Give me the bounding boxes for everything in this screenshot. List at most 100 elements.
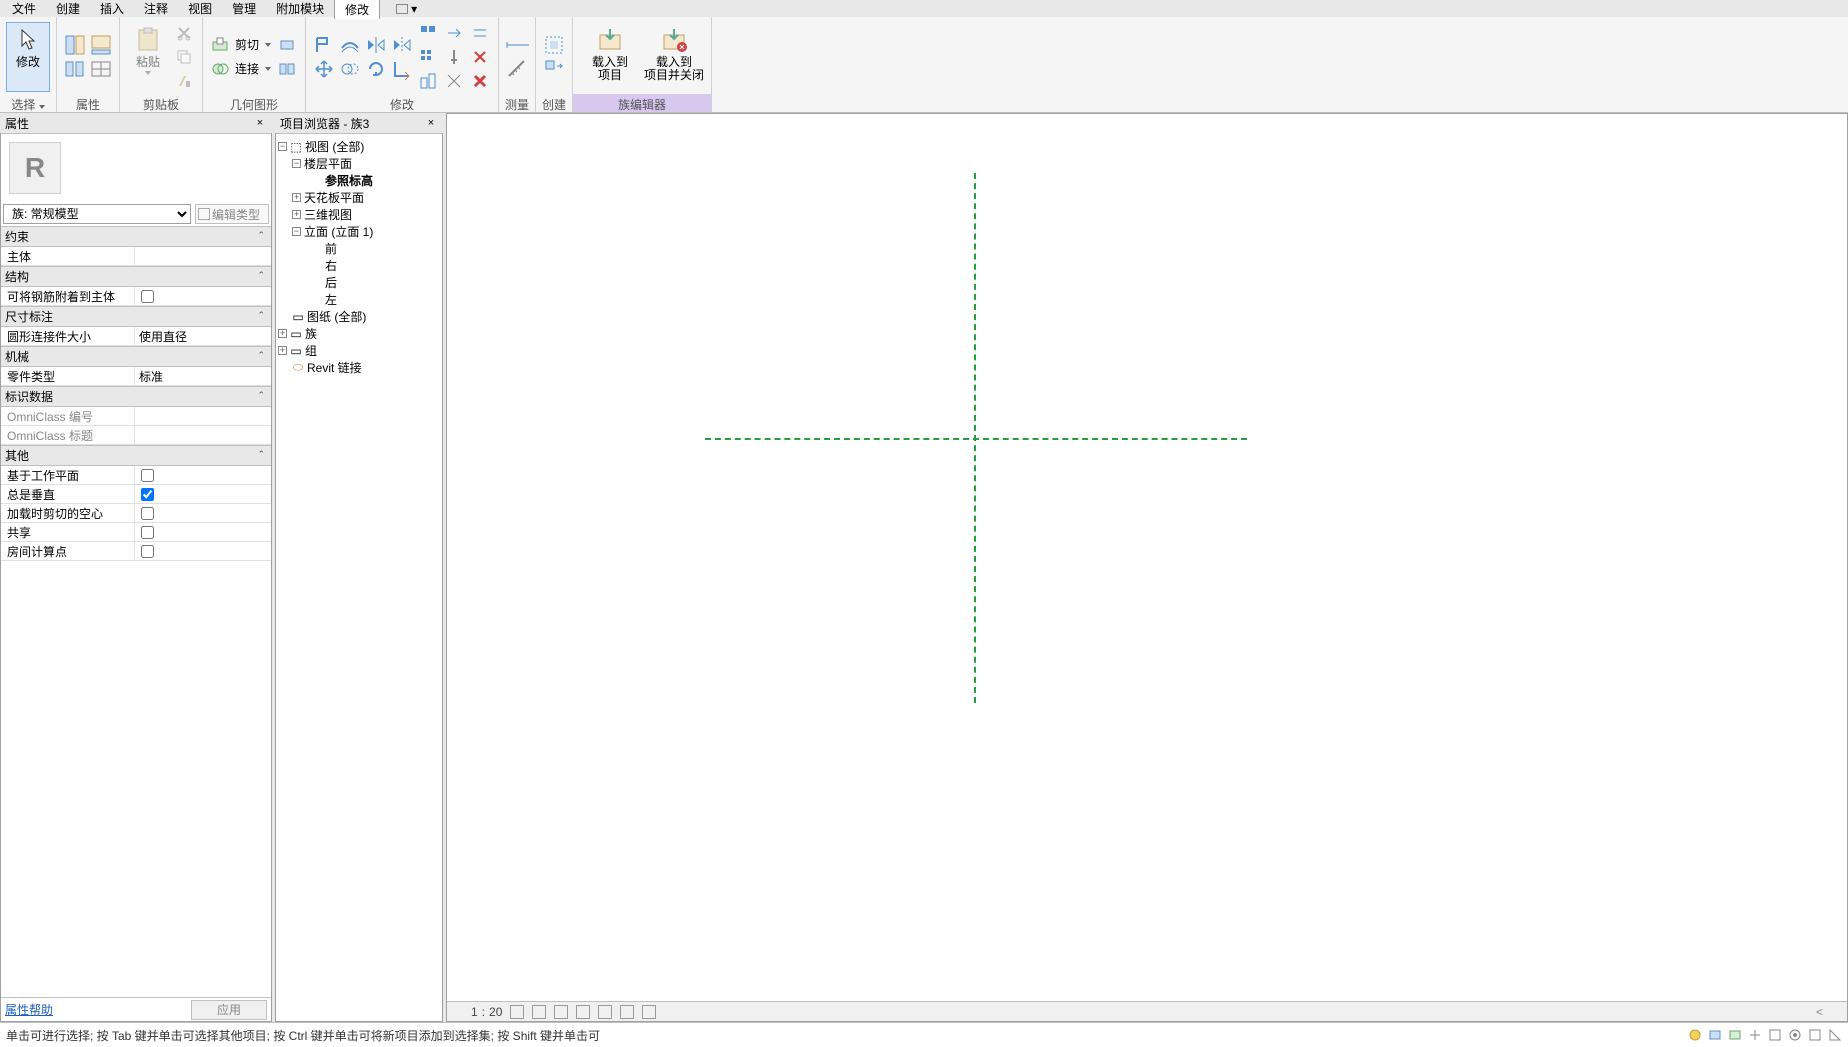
tree-families[interactable]: +▭族 [278, 325, 440, 342]
crop-region-icon[interactable] [620, 1005, 634, 1019]
scale-control[interactable]: 1:20 [471, 1005, 502, 1019]
row-omni-title-value[interactable] [135, 426, 271, 444]
tray-icon[interactable] [1688, 1028, 1702, 1042]
load-into-project-btn[interactable]: 载入到 项目 [579, 22, 641, 92]
tray-icon[interactable] [1728, 1028, 1742, 1042]
tree-floor-plans[interactable]: −楼层平面 [278, 155, 440, 172]
menu-insert[interactable]: 插入 [90, 0, 134, 18]
type-properties-btn[interactable] [89, 34, 113, 56]
reference-plane-horizontal[interactable] [705, 438, 1247, 440]
menu-manage[interactable]: 管理 [222, 0, 266, 18]
row-conn-size-value[interactable]: 使用直径 [135, 327, 271, 345]
menu-view-selector[interactable]: ▾ [386, 1, 427, 17]
tree-ref-level[interactable]: 参照标高 [278, 172, 440, 189]
tray-icon[interactable] [1768, 1028, 1782, 1042]
tree-views[interactable]: −⬚视图 (全部) [278, 138, 440, 155]
cat-identity[interactable]: 标识数据⌃ [1, 386, 271, 407]
menu-file[interactable]: 文件 [2, 0, 46, 18]
expand-icon[interactable]: − [278, 142, 287, 151]
create-group-btn[interactable] [542, 34, 566, 56]
paste-button[interactable]: 粘贴 [126, 22, 170, 92]
row-omni-num-value[interactable] [135, 407, 271, 425]
array-btn[interactable] [416, 46, 440, 68]
mirror-pick-btn[interactable] [364, 34, 388, 56]
edit-type-btn[interactable]: 编辑类型 [195, 204, 269, 224]
load-into-project-close-btn[interactable]: 载入到 项目并关闭 [643, 22, 705, 92]
expand-icon[interactable]: + [278, 346, 287, 355]
offset-btn[interactable] [338, 34, 362, 56]
expand-icon[interactable]: + [278, 329, 287, 338]
tree-elevations[interactable]: −立面 (立面 1) [278, 223, 440, 240]
menu-addins[interactable]: 附加模块 [266, 0, 334, 18]
mirror-draw-btn[interactable] [390, 34, 414, 56]
tree-elev-right[interactable]: 右 [278, 257, 440, 274]
apply-button[interactable]: 应用 [191, 1000, 267, 1020]
detail-level-icon[interactable] [510, 1005, 524, 1019]
menu-modify[interactable]: 修改 [334, 0, 380, 19]
aligned-dim-btn[interactable] [505, 34, 529, 56]
cat-mech[interactable]: 机械⌃ [1, 346, 271, 367]
match-type-btn[interactable] [172, 70, 196, 92]
trim-single-btn[interactable] [442, 22, 466, 44]
delete-btn[interactable] [468, 70, 492, 92]
cut-to-clipboard-btn[interactable] [172, 22, 196, 44]
tray-icon[interactable] [1828, 1028, 1842, 1042]
tree-elev-front[interactable]: 前 [278, 240, 440, 257]
tray-icon[interactable] [1708, 1028, 1722, 1042]
visual-style-icon[interactable] [532, 1005, 546, 1019]
tray-icon[interactable] [1788, 1028, 1802, 1042]
trim-extend-btn[interactable] [390, 58, 414, 80]
demolish-btn[interactable] [468, 46, 492, 68]
cat-constraint[interactable]: 约束⌃ [1, 226, 271, 247]
drawing-canvas[interactable] [447, 114, 1847, 1001]
unpin-btn[interactable] [442, 70, 466, 92]
tray-icon[interactable] [1808, 1028, 1822, 1042]
cat-other[interactable]: 其他⌃ [1, 445, 271, 466]
expand-icon[interactable]: − [292, 159, 301, 168]
move-btn[interactable] [312, 58, 336, 80]
expand-icon[interactable]: + [292, 210, 301, 219]
menu-create[interactable]: 创建 [46, 0, 90, 18]
tree-elev-back[interactable]: 后 [278, 274, 440, 291]
shared-checkbox[interactable] [141, 526, 154, 539]
pin-btn[interactable] [442, 46, 466, 68]
copy-to-clipboard-btn[interactable] [172, 46, 196, 68]
cut-geometry-btn[interactable]: 剪切 [209, 34, 273, 56]
crop-view-icon[interactable] [598, 1005, 612, 1019]
scale-btn[interactable] [416, 70, 440, 92]
type-selector[interactable]: 族: 常规模型 [3, 204, 191, 224]
tray-icon[interactable] [1748, 1028, 1762, 1042]
rebar-host-checkbox[interactable] [141, 290, 154, 303]
expand-icon[interactable]: − [292, 227, 301, 236]
rotate-btn[interactable] [364, 58, 388, 80]
copy-btn[interactable] [338, 58, 362, 80]
workplane-checkbox[interactable] [141, 469, 154, 482]
close-properties-btn[interactable]: × [253, 117, 267, 131]
family-types-btn[interactable] [89, 58, 113, 80]
split-face-btn[interactable] [275, 58, 299, 80]
modify-button[interactable]: 修改 [6, 22, 50, 92]
properties-btn-1[interactable] [63, 34, 87, 56]
menu-view[interactable]: 视图 [178, 0, 222, 18]
expand-icon[interactable]: + [292, 193, 301, 202]
create-similar-btn[interactable] [542, 58, 566, 80]
tree-3d-views[interactable]: +三维视图 [278, 206, 440, 223]
tree-groups[interactable]: +▭组 [278, 342, 440, 359]
cut-voids-checkbox[interactable] [141, 507, 154, 520]
join-geometry-btn[interactable]: 连接 [209, 58, 273, 80]
tree-sheets[interactable]: ▭图纸 (全部) [278, 308, 440, 325]
tree-elev-left[interactable]: 左 [278, 291, 440, 308]
sun-path-icon[interactable] [554, 1005, 568, 1019]
reference-plane-vertical[interactable] [974, 173, 976, 703]
tree-revit-links[interactable]: ⬭Revit 链接 [278, 359, 440, 376]
menu-annotate[interactable]: 注释 [134, 0, 178, 18]
always-vertical-checkbox[interactable] [141, 488, 154, 501]
split-btn[interactable] [416, 22, 440, 44]
hide-isolate-icon[interactable] [642, 1005, 656, 1019]
properties-btn-2[interactable] [63, 58, 87, 80]
row-part-type-value[interactable]: 标准 [135, 367, 271, 385]
align-btn[interactable] [312, 34, 336, 56]
close-browser-btn[interactable]: × [424, 117, 438, 131]
properties-help-link[interactable]: 属性帮助 [5, 1001, 53, 1018]
cope-btn[interactable] [275, 34, 299, 56]
